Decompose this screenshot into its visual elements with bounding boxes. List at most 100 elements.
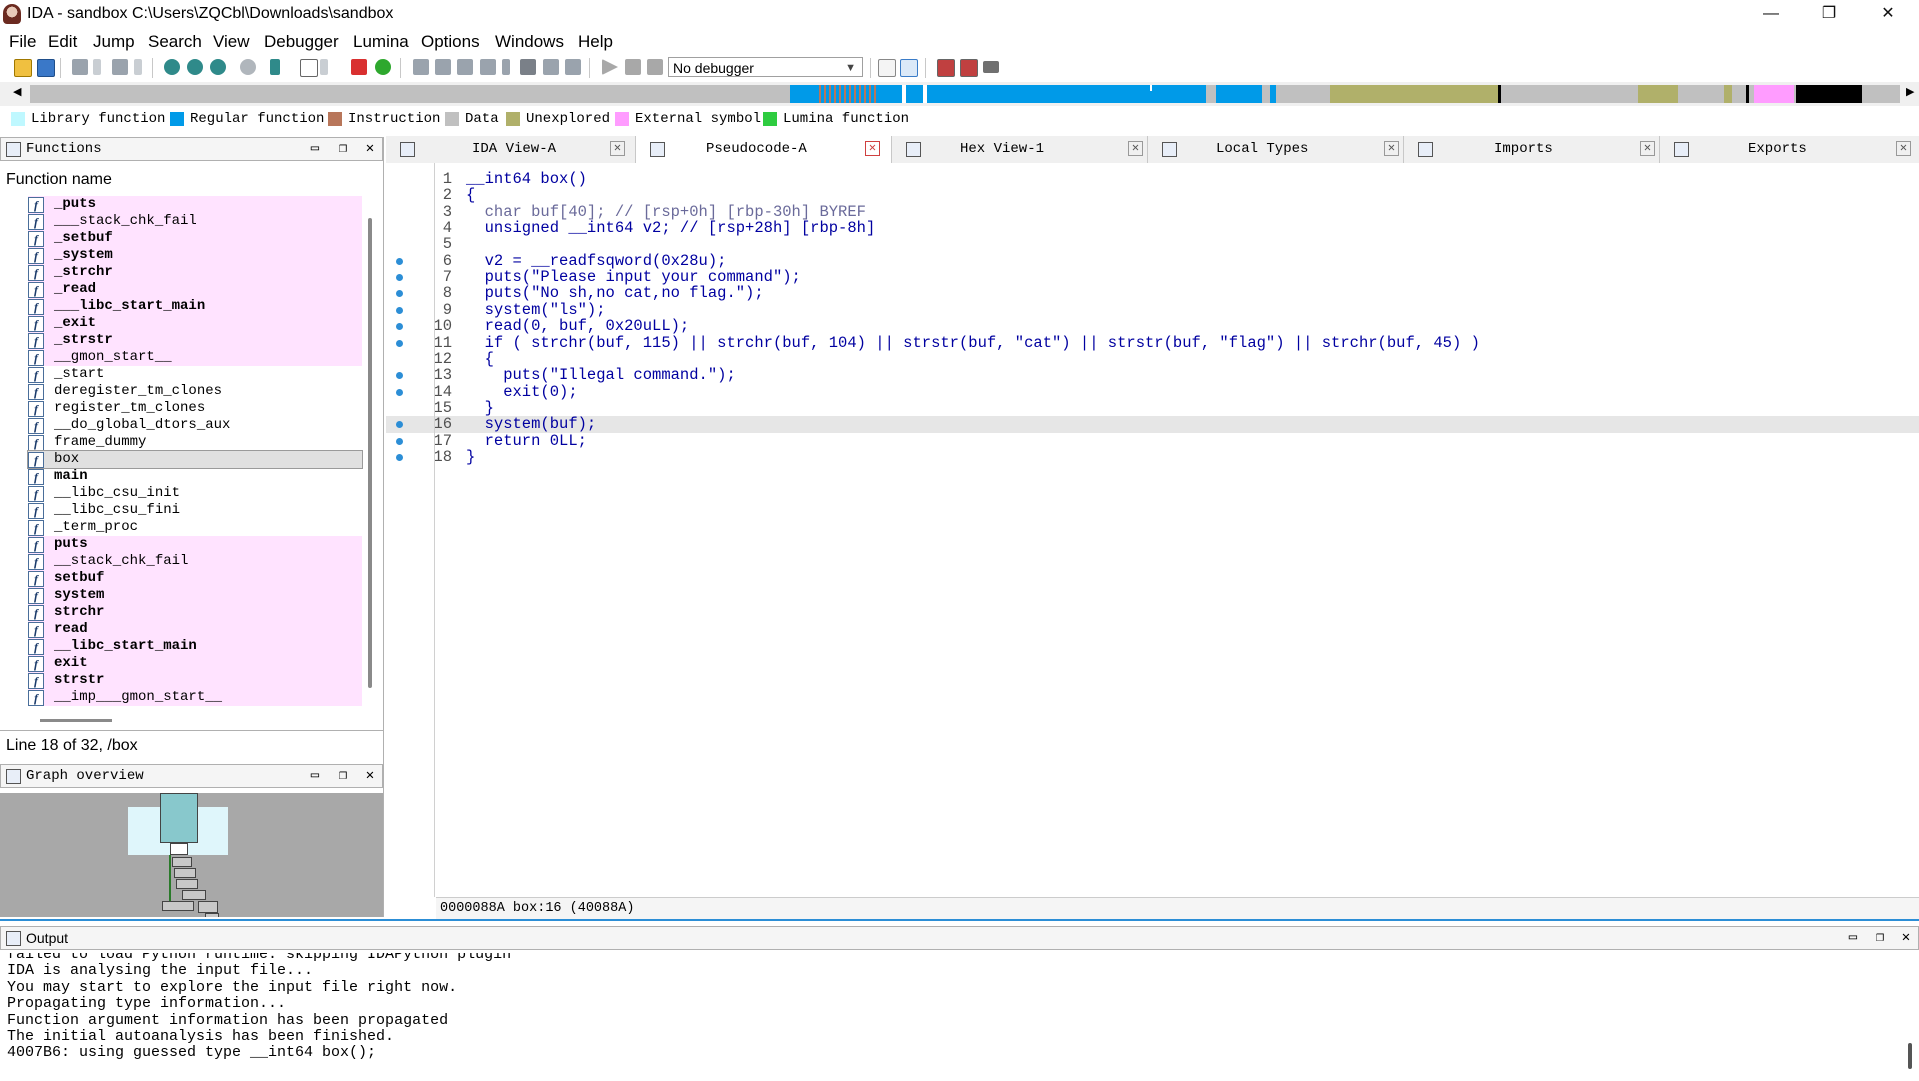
close-tab-icon[interactable]: ✕ xyxy=(1640,141,1655,156)
breakpoint-icon[interactable] xyxy=(351,59,367,75)
float-panel-icon[interactable]: ❐ xyxy=(334,140,352,158)
function-list-item[interactable]: f ___stack_chk_fail xyxy=(28,213,362,230)
code-line[interactable]: 15 } xyxy=(386,399,1919,417)
menu-search[interactable]: Search xyxy=(148,32,202,52)
pseudocode-icon[interactable] xyxy=(900,59,918,77)
functions-scrollbar[interactable] xyxy=(368,218,372,688)
code-line[interactable]: 11 if ( strchr(buf, 115) || strchr(buf, … xyxy=(386,334,1919,352)
list-icon[interactable] xyxy=(937,59,955,77)
lines-icon[interactable] xyxy=(983,61,999,73)
close-panel-icon[interactable]: ✕ xyxy=(1897,929,1915,947)
menu-debugger[interactable]: Debugger xyxy=(264,32,339,52)
output-scrollbar[interactable] xyxy=(1908,1043,1912,1069)
close-tab-icon[interactable]: ✕ xyxy=(1128,141,1143,156)
array-icon[interactable] xyxy=(480,59,496,75)
function-list-item[interactable]: f __libc_csu_init xyxy=(28,485,362,502)
breakpoint-dot-icon[interactable] xyxy=(396,388,403,396)
breakpoint-dot-icon[interactable] xyxy=(396,257,403,265)
function-list-item[interactable]: f __libc_start_main xyxy=(28,638,362,655)
function-list-item[interactable]: f _start xyxy=(28,366,362,383)
function-list-item[interactable]: f system xyxy=(28,587,362,604)
jump-down-icon[interactable] xyxy=(270,59,280,75)
nav-left-arrow-icon[interactable]: ◀ xyxy=(13,85,21,98)
open-icon[interactable] xyxy=(14,59,32,77)
close-tab-icon[interactable]: ✕ xyxy=(865,141,880,156)
function-list-item[interactable]: f __do_global_dtors_aux xyxy=(28,417,362,434)
function-list-item[interactable]: f setbuf xyxy=(28,570,362,587)
name-icon[interactable] xyxy=(543,59,559,75)
function-list-item[interactable]: f deregister_tm_clones xyxy=(28,383,362,400)
debugger-select[interactable]: No debugger ▼ xyxy=(668,57,863,77)
code-line[interactable]: 14 exit(0); xyxy=(386,383,1919,401)
function-list-item[interactable]: f _setbuf xyxy=(28,230,362,247)
breakpoint-dot-icon[interactable] xyxy=(396,437,403,445)
output-log[interactable]: failed to load Python runtime: skipping … xyxy=(0,953,1919,1081)
tab-imports[interactable]: Imports ✕ xyxy=(1404,136,1660,163)
function-list-item[interactable]: f __imp___gmon_start__ xyxy=(28,689,362,706)
breakpoint-dot-icon[interactable] xyxy=(396,323,403,331)
code-line[interactable]: 8 puts("No sh,no cat,no flag."); xyxy=(386,285,1919,302)
back-icon[interactable] xyxy=(72,59,88,75)
functions-hscrollbar[interactable] xyxy=(40,719,112,722)
breakpoint-dot-icon[interactable] xyxy=(396,339,403,347)
back-dropdown-icon[interactable] xyxy=(93,59,101,75)
menu-help[interactable]: Help xyxy=(578,32,613,52)
close-panel-icon[interactable]: ✕ xyxy=(361,767,379,785)
function-list-item[interactable]: f __stack_chk_fail xyxy=(28,553,362,570)
menu-lumina[interactable]: Lumina xyxy=(353,32,409,52)
function-list-item[interactable]: f _puts xyxy=(28,196,362,213)
text-view-icon[interactable] xyxy=(187,59,203,75)
close-panel-icon[interactable]: ✕ xyxy=(361,140,379,158)
minimize-button[interactable]: — xyxy=(1745,0,1797,28)
code-line[interactable]: 1 __int64 box() xyxy=(386,171,1919,188)
graph-view-icon[interactable] xyxy=(164,59,180,75)
nav-right-arrow-icon[interactable]: ▶ xyxy=(1906,85,1914,98)
graph-overview-canvas[interactable] xyxy=(0,793,383,917)
function-list-item[interactable]: f main xyxy=(28,468,362,485)
code-line[interactable]: 4 unsigned __int64 v2; // [rsp+28h] [rbp… xyxy=(386,220,1919,237)
stop-icon[interactable] xyxy=(647,59,663,75)
code-line[interactable]: 10 read(0, buf, 0x20uLL); xyxy=(386,318,1919,335)
refresh-icon[interactable] xyxy=(240,59,256,75)
pseudocode-view[interactable]: 1 __int64 box() 2{3 char buf[40]; // [rsp+… xyxy=(386,163,1919,897)
save-icon[interactable] xyxy=(37,59,55,77)
maximize-panel-icon[interactable]: ▭ xyxy=(306,767,324,785)
forward-icon[interactable] xyxy=(112,59,128,75)
float-panel-icon[interactable]: ❐ xyxy=(334,767,352,785)
menu-edit[interactable]: Edit xyxy=(48,32,77,52)
breakpoint-dot-icon[interactable] xyxy=(396,453,403,461)
breakpoint-dot-icon[interactable] xyxy=(396,372,403,380)
forward-dropdown-icon[interactable] xyxy=(134,59,142,75)
code-line[interactable]: 13 puts("Illegal command."); xyxy=(386,367,1919,384)
proximity-view-icon[interactable] xyxy=(210,59,226,75)
navigation-strip[interactable] xyxy=(30,85,1900,103)
code-line[interactable]: 18} xyxy=(386,448,1919,466)
function-list-item[interactable]: f exit xyxy=(28,655,362,672)
left-panel-splitter[interactable] xyxy=(383,137,384,917)
code-icon[interactable] xyxy=(413,59,429,75)
function-list-item[interactable]: f _read xyxy=(28,281,362,298)
undefine-icon[interactable] xyxy=(520,59,536,75)
function-list-item[interactable]: f _system xyxy=(28,247,362,264)
menu-file[interactable]: File xyxy=(9,32,36,52)
create-c-file-icon[interactable] xyxy=(878,59,896,77)
close-tab-icon[interactable]: ✕ xyxy=(1896,141,1911,156)
tab-local-types[interactable]: Local Types ✕ xyxy=(1148,136,1404,163)
code-line[interactable]: 5 xyxy=(386,236,1919,253)
function-list-item[interactable]: f puts xyxy=(28,536,362,553)
tab-pseudocode-a[interactable]: Pseudocode-A ✕ xyxy=(636,136,892,163)
menu-options[interactable]: Options xyxy=(421,32,480,52)
array-dropdown-icon[interactable] xyxy=(502,59,510,75)
struct-icon[interactable] xyxy=(457,59,473,75)
tab-exports[interactable]: Exports ✕ xyxy=(1660,136,1919,163)
menu-jump[interactable]: Jump xyxy=(93,32,135,52)
function-list-item[interactable]: f register_tm_clones xyxy=(28,400,362,417)
function-list-item[interactable]: f _strstr xyxy=(28,332,362,349)
close-button[interactable]: ✕ xyxy=(1862,0,1914,28)
function-list-item[interactable]: f box xyxy=(27,450,363,469)
menu-windows[interactable]: Windows xyxy=(495,32,564,52)
text-format-icon[interactable] xyxy=(300,59,318,77)
format-dropdown-icon[interactable] xyxy=(320,59,328,75)
float-panel-icon[interactable]: ❐ xyxy=(1871,929,1889,947)
patch-icon[interactable] xyxy=(565,59,581,75)
